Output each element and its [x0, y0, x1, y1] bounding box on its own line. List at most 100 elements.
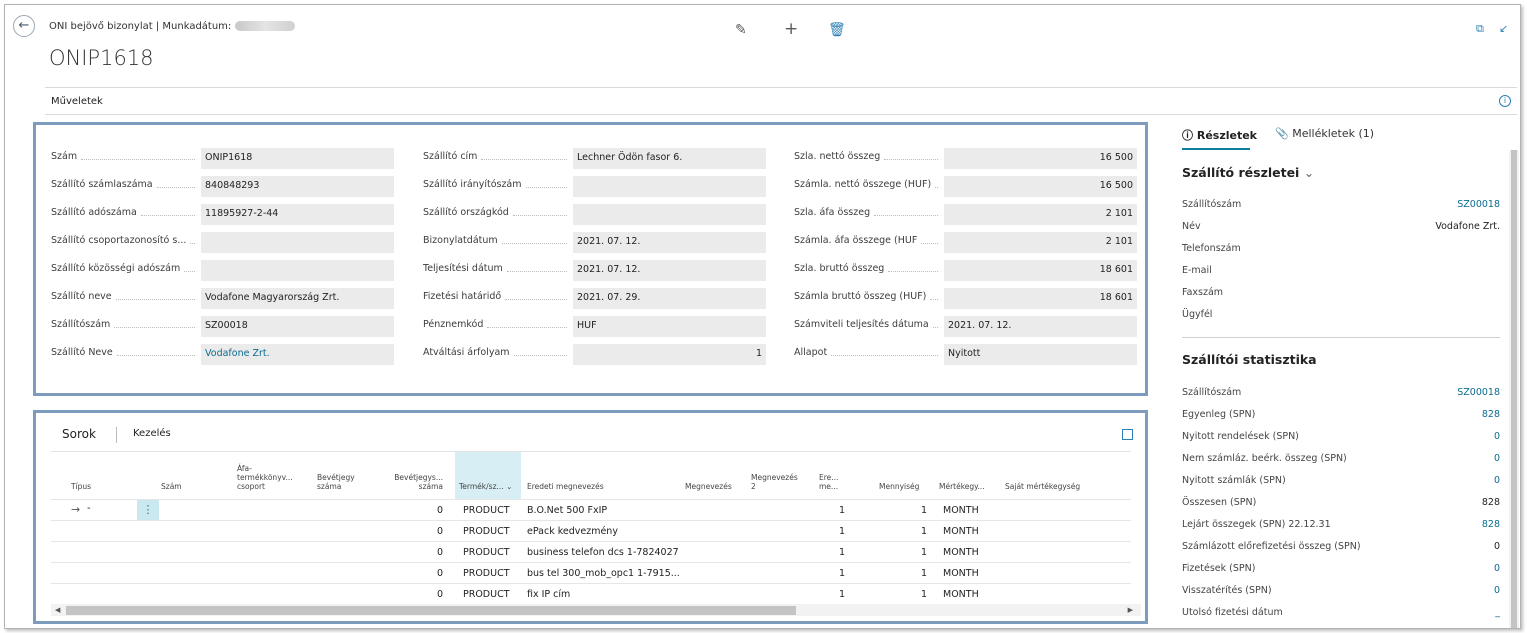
- cell-mennyiseg[interactable]: 1: [891, 526, 927, 537]
- cell-erem[interactable]: 1: [821, 547, 845, 558]
- field-value-input[interactable]: Lechner Ödön fasor 6.: [573, 148, 766, 169]
- edit-pencil-icon[interactable]: ✎: [735, 22, 747, 38]
- tab-attachments[interactable]: 📎 Mellékletek (1): [1275, 127, 1374, 140]
- open-new-window-icon[interactable]: ⧉: [1476, 22, 1484, 36]
- delete-trash-icon[interactable]: 🗑: [828, 22, 846, 38]
- cell-termek[interactable]: PRODUCT: [463, 568, 523, 579]
- field-value-input[interactable]: 2021. 07. 12.: [944, 316, 1137, 337]
- field-value-input[interactable]: 18 601: [944, 288, 1137, 309]
- cell-mertekegy[interactable]: MONTH: [943, 505, 999, 516]
- field-value-input[interactable]: [201, 232, 394, 253]
- table-row[interactable]: → - ⋮ 0 PRODUCT B.O.Net 500 FxIP 1 1 MONTH: [51, 499, 1131, 520]
- expand-icon[interactable]: [1122, 429, 1133, 440]
- cell-bevetjegys[interactable]: 0: [387, 547, 443, 558]
- cell-eredeti[interactable]: fix IP cím: [527, 589, 682, 600]
- scrollbar-thumb[interactable]: [66, 606, 796, 615]
- cell-bevetjegys[interactable]: 0: [387, 526, 443, 537]
- cell-mertekegy[interactable]: MONTH: [943, 526, 999, 537]
- cell-termek[interactable]: PRODUCT: [463, 505, 523, 516]
- factbox-value[interactable]: 0: [1494, 431, 1500, 442]
- cell-bevetjegys[interactable]: 0: [387, 505, 443, 516]
- field-value-input[interactable]: HUF: [573, 316, 766, 337]
- tab-lines[interactable]: Sorok: [62, 427, 96, 441]
- row-menu-icon[interactable]: ⋮: [137, 500, 159, 520]
- col-header-szam[interactable]: Szám: [161, 482, 182, 491]
- col-header-termek[interactable]: Termék/sz... ⌄: [459, 482, 512, 491]
- cell-eredeti[interactable]: bus tel 300_mob_opc1 1-7915...: [527, 568, 682, 579]
- vertical-scrollbar[interactable]: [1509, 150, 1519, 628]
- cell-mertekegy[interactable]: MONTH: [943, 589, 999, 600]
- add-plus-icon[interactable]: +: [784, 19, 798, 39]
- col-header-megnevezes[interactable]: Megnevezés: [685, 482, 732, 491]
- tab-details[interactable]: ⓘ Részletek: [1182, 127, 1257, 143]
- vendor-details-title[interactable]: Szállító részletei ⌄: [1182, 165, 1314, 180]
- cell-erem[interactable]: 1: [821, 526, 845, 537]
- col-header-bevetjegy[interactable]: Bevétjegy száma: [317, 473, 367, 491]
- table-row[interactable]: 0 PRODUCT ePack kedvezmény 1 1 MONTH: [51, 520, 1131, 541]
- collapse-icon[interactable]: ↙: [1499, 22, 1508, 35]
- cell-bevetjegys[interactable]: 0: [387, 589, 443, 600]
- cell-erem[interactable]: 1: [821, 505, 845, 516]
- col-header-eredeti[interactable]: Eredeti megnevezés: [527, 482, 604, 491]
- factbox-value[interactable]: 0: [1494, 475, 1500, 486]
- table-row[interactable]: 0 PRODUCT bus tel 300_mob_opc1 1-7915... 1 1…: [51, 562, 1131, 583]
- factbox-value[interactable]: SZ00018: [1457, 199, 1500, 210]
- cell-eredeti[interactable]: ePack kedvezmény: [527, 526, 682, 537]
- col-header-tipus[interactable]: Típus: [71, 482, 91, 491]
- horizontal-scrollbar[interactable]: ◀ ▶: [51, 604, 1141, 616]
- factbox-value[interactable]: 0: [1494, 585, 1500, 596]
- scroll-right-icon[interactable]: ▶: [1128, 604, 1133, 616]
- field-value-input[interactable]: [573, 176, 766, 197]
- field-value-input[interactable]: [573, 204, 766, 225]
- cell-eredeti[interactable]: B.O.Net 500 FxIP: [527, 505, 682, 516]
- cell-bevetjegys[interactable]: 0: [387, 568, 443, 579]
- field-value-input[interactable]: Nyitott: [944, 344, 1137, 365]
- scroll-left-icon[interactable]: ◀: [55, 604, 60, 616]
- field-value-input[interactable]: [201, 260, 394, 281]
- field-value-input[interactable]: 1: [573, 344, 766, 365]
- field-value-input[interactable]: 2 101: [944, 232, 1137, 253]
- scrollbar-thumb[interactable]: [1511, 150, 1517, 628]
- cell-mennyiseg[interactable]: 1: [891, 547, 927, 558]
- field-value-input[interactable]: 2 101: [944, 204, 1137, 225]
- info-icon[interactable]: i: [1499, 95, 1511, 107]
- field-value-input[interactable]: 18 601: [944, 260, 1137, 281]
- field-value-input[interactable]: 2021. 07. 29.: [573, 288, 766, 309]
- cell-mertekegy[interactable]: MONTH: [943, 547, 999, 558]
- cell-eredeti[interactable]: business telefon dcs 1-7824027: [527, 547, 682, 558]
- col-header-erem[interactable]: Ere... me...: [819, 473, 845, 491]
- cell-erem[interactable]: 1: [821, 589, 845, 600]
- field-value-input[interactable]: Vodafone Magyarország Zrt.: [201, 288, 394, 309]
- factbox-value[interactable]: SZ00018: [1457, 387, 1500, 398]
- factbox-value[interactable]: 0: [1494, 453, 1500, 464]
- cell-erem[interactable]: 1: [821, 568, 845, 579]
- cell-termek[interactable]: PRODUCT: [463, 589, 523, 600]
- factbox-value[interactable]: _: [1495, 607, 1500, 618]
- col-header-mennyiseg[interactable]: Mennyiség: [879, 482, 919, 491]
- table-row[interactable]: 0 PRODUCT business telefon dcs 1-7824027 1 1…: [51, 541, 1131, 562]
- field-value-input[interactable]: 2021. 07. 12.: [573, 260, 766, 281]
- cell-termek[interactable]: PRODUCT: [463, 547, 523, 558]
- cell-mennyiseg[interactable]: 1: [891, 505, 927, 516]
- col-header-sajat[interactable]: Saját mértékegység: [1005, 482, 1080, 491]
- cell-mennyiseg[interactable]: 1: [891, 568, 927, 579]
- cell-mennyiseg[interactable]: 1: [891, 589, 927, 600]
- back-arrow-icon[interactable]: ←: [13, 15, 35, 37]
- field-value-input[interactable]: ONIP1618: [201, 148, 394, 169]
- col-header-afa[interactable]: Áfa- termékkönyv... csoport: [237, 464, 309, 491]
- actions-menu[interactable]: Műveletek: [51, 96, 103, 107]
- table-row[interactable]: 0 PRODUCT fix IP cím 1 1 MONTH: [51, 583, 1131, 604]
- tab-manage[interactable]: Kezelés: [133, 428, 171, 439]
- factbox-value[interactable]: 828: [1482, 519, 1500, 530]
- col-header-mertekegy[interactable]: Mértékegy...: [939, 482, 985, 491]
- field-value-input[interactable]: 16 500: [944, 176, 1137, 197]
- col-header-megnevezes2[interactable]: Megnevezés 2: [751, 473, 803, 491]
- field-value-input[interactable]: SZ00018: [201, 316, 394, 337]
- cell-termek[interactable]: PRODUCT: [463, 526, 523, 537]
- field-value-input[interactable]: 16 500: [944, 148, 1137, 169]
- col-header-bevetjegys[interactable]: Bevétjegys... száma: [387, 473, 443, 491]
- field-value-input[interactable]: 840848293: [201, 176, 394, 197]
- field-value-input[interactable]: Vodafone Zrt.: [201, 344, 394, 365]
- factbox-value[interactable]: 828: [1482, 409, 1500, 420]
- cell-mertekegy[interactable]: MONTH: [943, 568, 999, 579]
